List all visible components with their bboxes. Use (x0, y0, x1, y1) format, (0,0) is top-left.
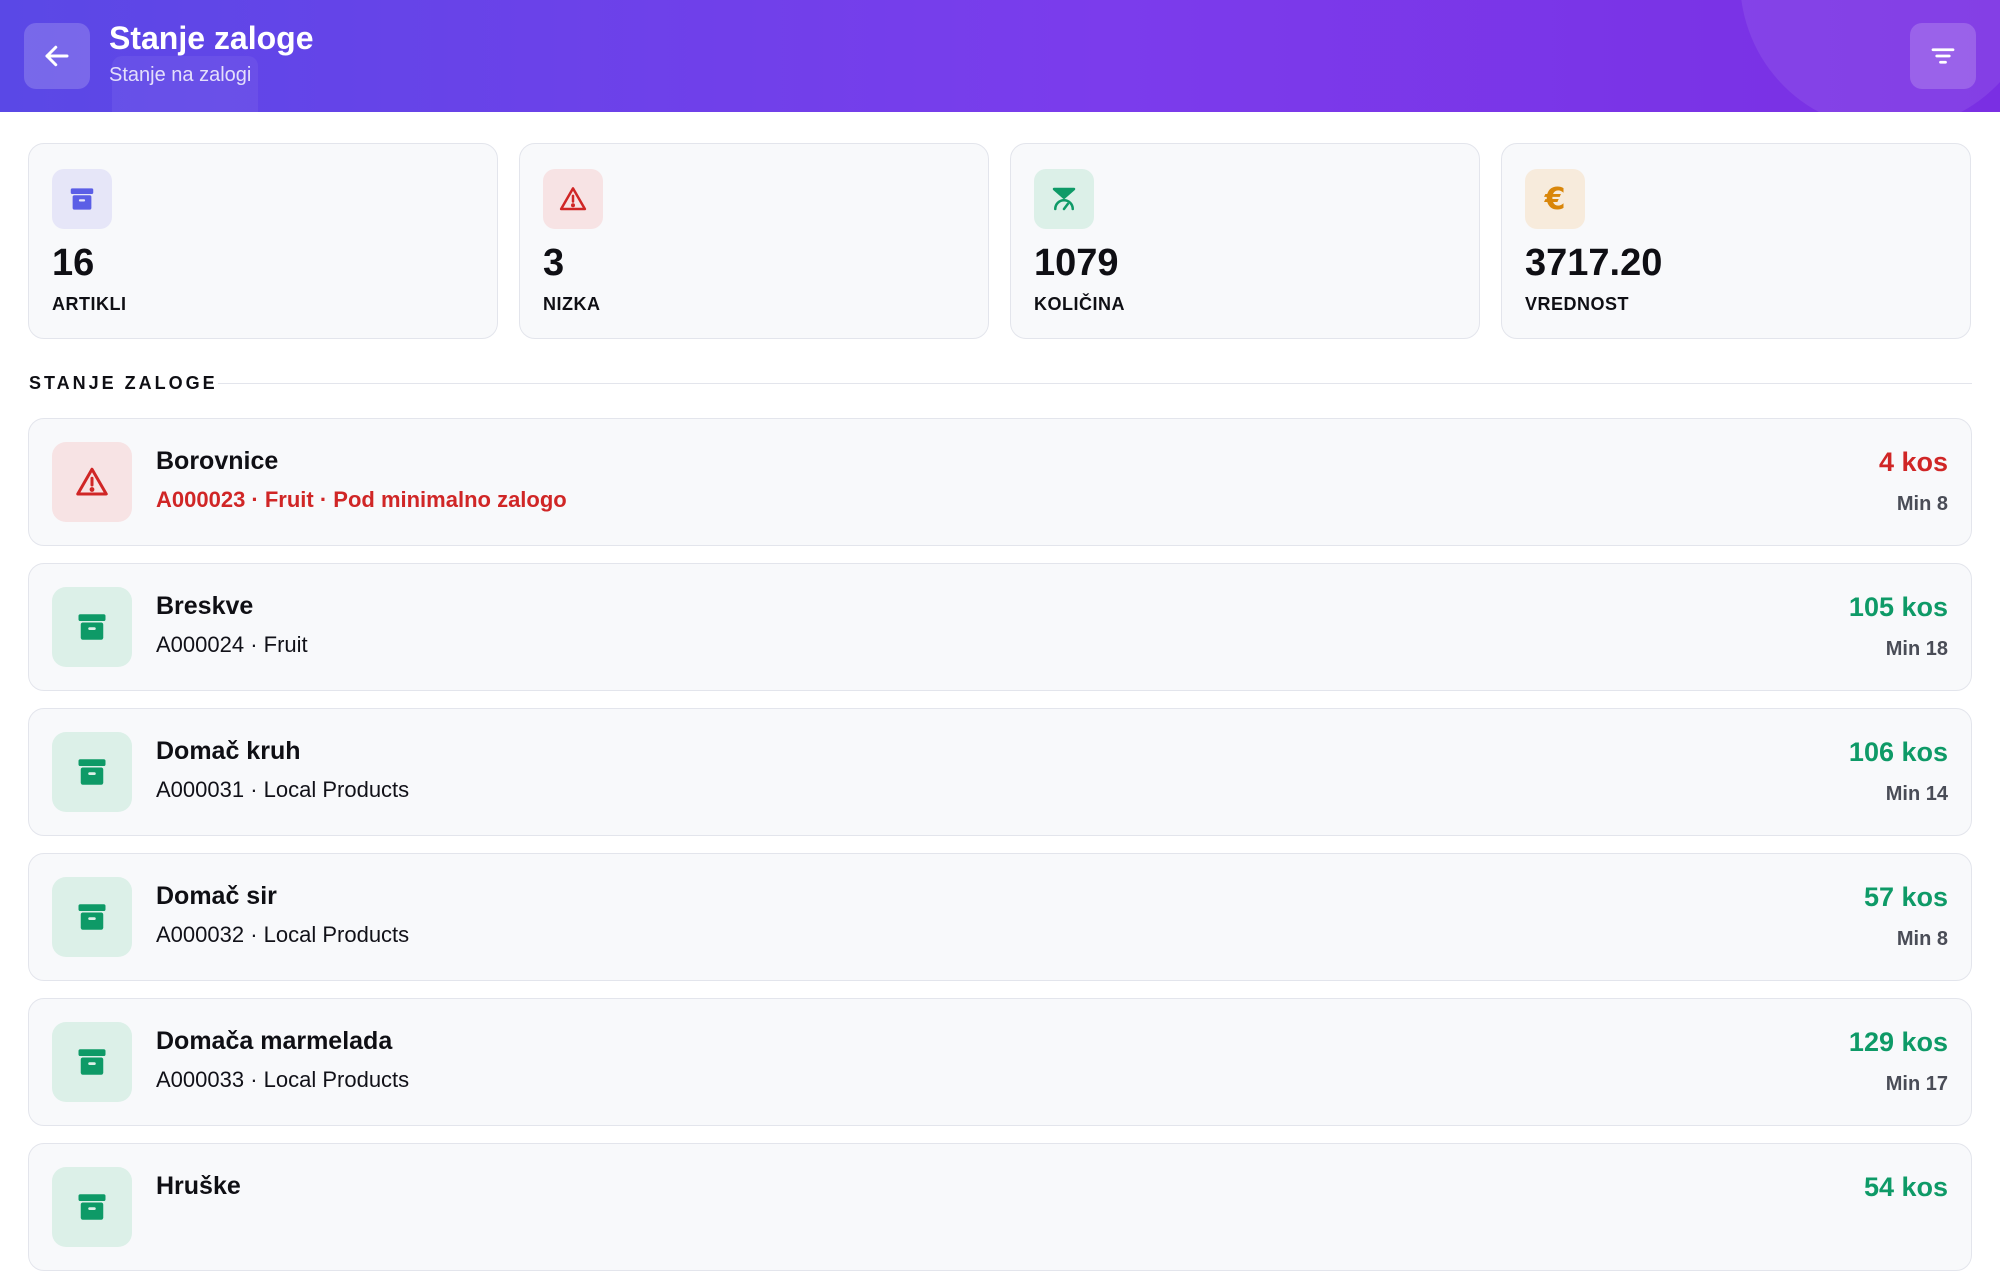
item-quantity: 106 kos (1848, 737, 1948, 767)
item-meta: A000024 · Fruit (156, 632, 308, 657)
filter-button[interactable] (1910, 23, 1976, 89)
archive-box-icon (78, 1194, 106, 1220)
item-quantity: 105 kos (1848, 592, 1948, 622)
list-item[interactable]: Domača marmelada A000033 · Local Product… (28, 998, 1972, 1126)
euro-icon: € (1544, 181, 1566, 217)
item-meta: A000032 · Local Products (156, 922, 410, 947)
stat-card-items: 16 ARTIKLI (28, 143, 498, 339)
archive-box-icon (78, 614, 106, 640)
item-quantity: 129 kos (1848, 1027, 1948, 1057)
stat-label: KOLIČINA (1034, 294, 1125, 314)
item-min: Min 8 (1896, 493, 1948, 515)
item-name: Borovnice (156, 447, 279, 475)
item-min: Min 18 (1885, 638, 1948, 660)
row-icon-wrap (52, 1167, 132, 1247)
page-subtitle: Stanje na zalogi (109, 64, 252, 86)
stat-value: 16 (52, 242, 95, 284)
row-icon-wrap (52, 442, 132, 522)
row-icon-wrap (52, 1022, 132, 1102)
archive-box-icon (70, 188, 94, 210)
stat-label: NIZKA (543, 294, 601, 314)
stat-card-value: € 3717.20 VREDNOST (1501, 143, 1971, 339)
archive-box-icon (78, 759, 106, 785)
stat-icon-wrap (543, 169, 603, 229)
stat-value: 3 (543, 242, 565, 284)
row-icon-wrap (52, 877, 132, 957)
item-meta: A000023 · Fruit · Pod minimalno zalogo (156, 487, 567, 512)
arrow-left-icon (45, 45, 69, 67)
item-meta: A000033 · Local Products (156, 1067, 410, 1092)
item-quantity: 54 kos (1863, 1172, 1948, 1202)
stat-icon-wrap (52, 169, 112, 229)
item-min: Min 14 (1885, 783, 1948, 805)
stat-value: 3717.20 (1525, 242, 1663, 284)
warning-triangle-icon (559, 187, 587, 211)
warning-triangle-icon (76, 467, 108, 496)
filter-icon (1931, 48, 1955, 64)
stat-card-low: 3 NIZKA (519, 143, 989, 339)
app-header: Stanje zaloge Stanje na zalogi (0, 0, 2000, 112)
stat-value: 1079 (1034, 242, 1119, 284)
item-name: Breskve (156, 592, 254, 620)
archive-box-icon (78, 1049, 106, 1075)
item-min: Min 8 (1896, 928, 1948, 950)
item-name: Domač sir (156, 882, 277, 910)
item-name: Hruške (156, 1172, 241, 1200)
stat-label: VREDNOST (1525, 294, 1630, 314)
page-title: Stanje zaloge (109, 20, 314, 56)
stat-icon-wrap (1034, 169, 1094, 229)
list-item[interactable]: Borovnice A000023 · Fruit · Pod minimaln… (28, 418, 1972, 546)
list-item[interactable]: Domač sir A000032 · Local Products 57 ko… (28, 853, 1972, 981)
section-title: STANJE ZALOGE (29, 373, 218, 393)
list-item[interactable]: Breskve A000024 · Fruit 105 kos Min 18 (28, 563, 1972, 691)
section-divider (218, 383, 1972, 384)
stats-row: 16 ARTIKLI 3 NIZKA 1079 KOLIČINA € 3717.… (28, 143, 1972, 341)
row-icon-wrap (52, 587, 132, 667)
item-name: Domača marmelada (156, 1027, 393, 1055)
item-min: Min 17 (1885, 1073, 1948, 1095)
item-quantity: 4 kos (1878, 447, 1948, 477)
item-meta: A000031 · Local Products (156, 777, 410, 802)
item-quantity: 57 kos (1863, 882, 1948, 912)
stat-icon-wrap: € (1525, 169, 1585, 229)
item-name: Domač kruh (156, 737, 301, 765)
archive-box-icon (78, 904, 106, 930)
row-icon-wrap (52, 732, 132, 812)
stat-label: ARTIKLI (52, 294, 127, 314)
stat-card-quantity: 1079 KOLIČINA (1010, 143, 1480, 339)
list-item[interactable]: Domač kruh A000031 · Local Products 106 … (28, 708, 1972, 836)
list-item[interactable]: Hruške 54 kos (28, 1143, 1972, 1271)
back-button[interactable] (24, 23, 90, 89)
scale-icon (1052, 187, 1076, 211)
